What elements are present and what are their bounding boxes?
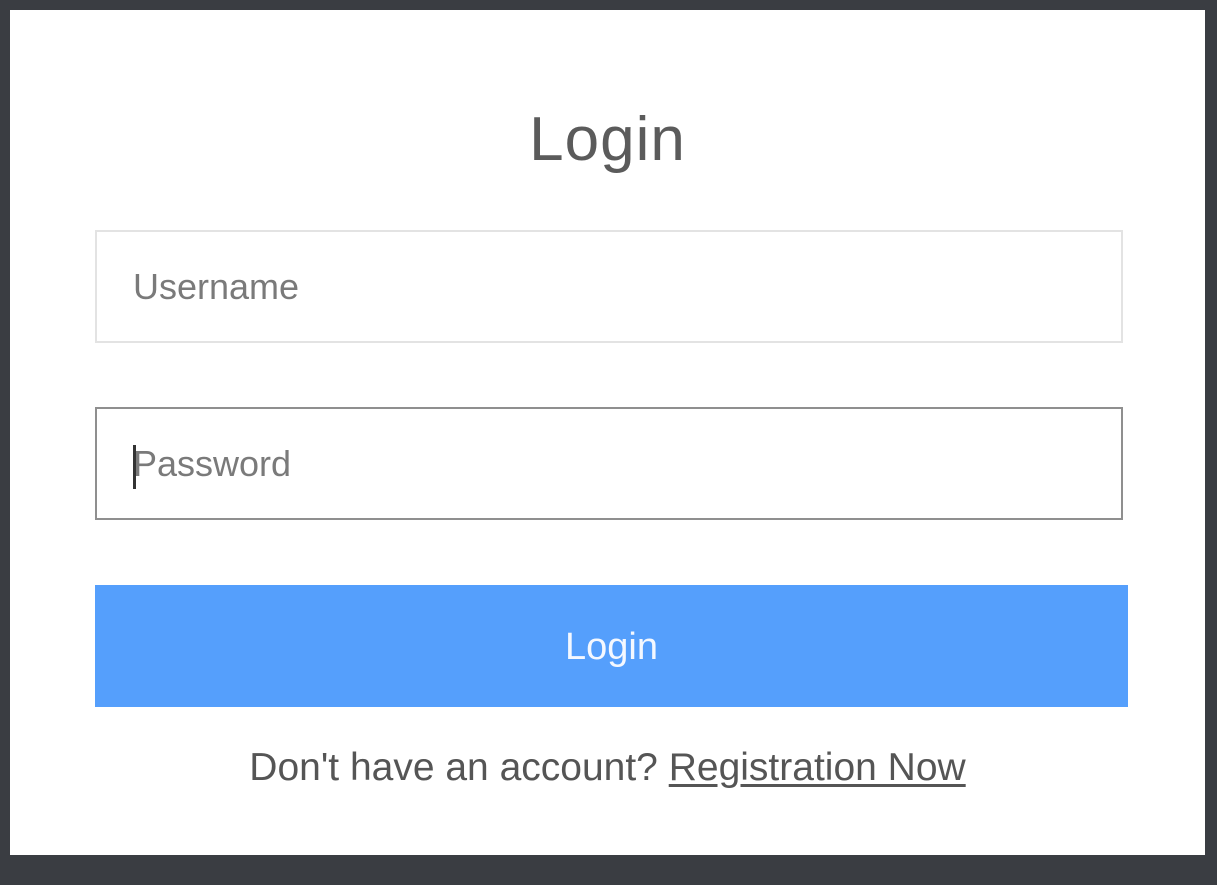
register-prompt-line: Don't have an account? Registration Now xyxy=(10,743,1205,793)
text-cursor xyxy=(133,445,136,489)
registration-link[interactable]: Registration Now xyxy=(669,746,966,789)
username-field-box[interactable] xyxy=(95,230,1123,343)
page-title: Login xyxy=(529,105,686,174)
register-prompt-text: Don't have an account? xyxy=(249,746,658,789)
login-panel: Login Login Don't have an account? Regis… xyxy=(10,10,1205,855)
password-field-box[interactable] xyxy=(95,407,1123,520)
username-input[interactable] xyxy=(97,232,1121,341)
login-button[interactable]: Login xyxy=(95,585,1128,707)
password-input[interactable] xyxy=(97,409,1121,518)
